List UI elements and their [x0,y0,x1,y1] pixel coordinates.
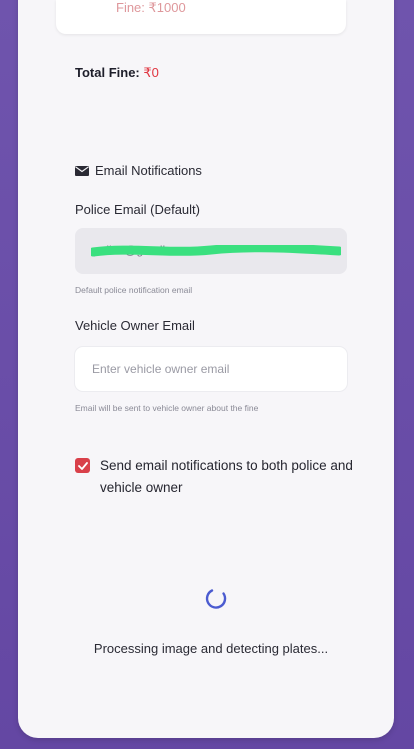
owner-email-label: Vehicle Owner Email [75,318,195,333]
fine-item-text: Fine: ₹1000 [116,0,186,15]
redaction-scribble [91,245,341,257]
owner-email-input[interactable] [75,347,347,391]
notify-both-checkbox[interactable] [75,458,90,473]
email-notifications-title: Email Notifications [95,163,202,178]
envelope-icon [75,165,89,176]
processing-status-text: Processing image and detecting plates... [93,641,329,656]
fine-item-card: Fine: ₹1000 [56,0,346,34]
total-fine-label: Total Fine: [75,65,144,80]
police-email-field[interactable]: police@gmail.com [75,228,347,274]
app-frame: Fine: ₹1000 Total Fine: ₹0 Email Notific… [0,0,414,749]
owner-email-hint: Email will be sent to vehicle owner abou… [75,403,259,413]
loading-spinner-icon [205,589,227,609]
checkmark-icon [77,461,88,470]
notify-both-row[interactable]: Send email notifications to both police … [75,455,355,499]
total-fine-amount: ₹0 [143,65,159,80]
email-notifications-heading: Email Notifications [75,163,202,178]
notify-both-label: Send email notifications to both police … [100,458,353,495]
police-email-label: Police Email (Default) [75,202,200,217]
police-email-hint: Default police notification email [75,285,193,295]
total-fine: Total Fine: ₹0 [75,65,159,81]
